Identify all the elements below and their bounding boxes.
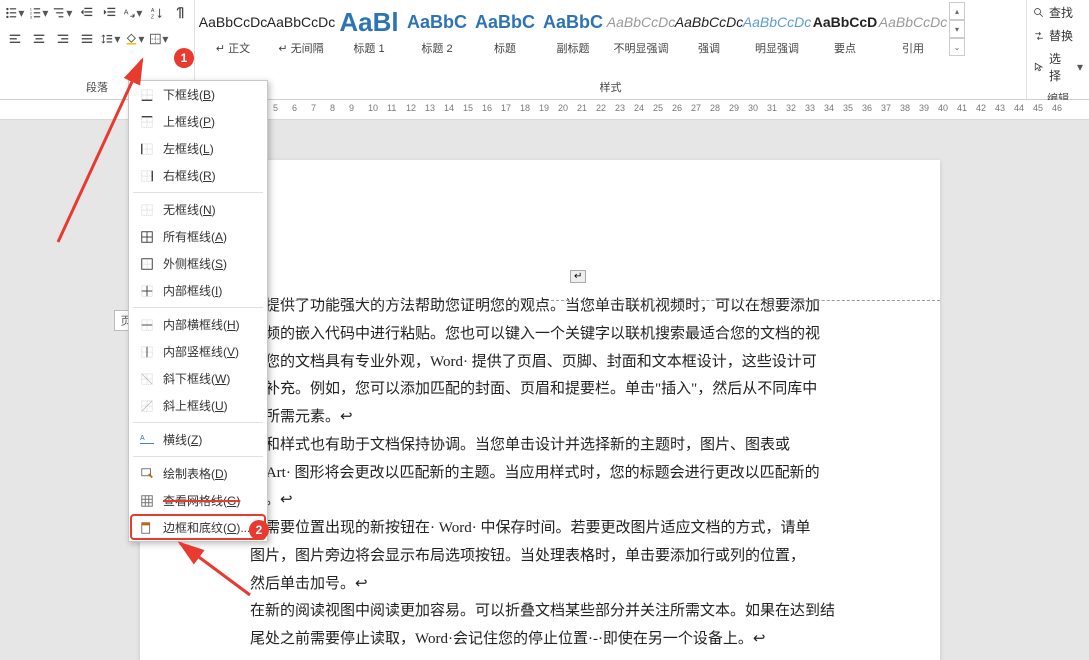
style-1[interactable]: AaBl标题 1	[335, 2, 403, 60]
decrease-indent-button[interactable]	[76, 2, 97, 24]
all-icon	[139, 229, 155, 245]
svg-text:3: 3	[30, 15, 33, 20]
dialog-icon	[139, 520, 155, 536]
borders-button[interactable]: ▾	[148, 28, 170, 50]
iv-icon	[139, 344, 155, 360]
style-[interactable]: AaBbCcDc明显强调	[743, 2, 811, 60]
menu-item-all[interactable]: 所有框线(A)	[129, 223, 267, 250]
menu-item-label: 所有框线(A)	[163, 228, 257, 245]
multilevel-list-button[interactable]: ▾	[52, 2, 74, 24]
menu-item-label: 内部框线(I)	[163, 282, 257, 299]
replace-label: 替换	[1049, 27, 1073, 44]
style-[interactable]: AaBbCcDc↵ 无间隔	[267, 2, 335, 60]
menu-item-label: 内部横框线(H)	[163, 316, 257, 333]
menu-item-label: 绘制表格(D)	[163, 465, 257, 482]
menu-item-label: 外侧框线(S)	[163, 255, 257, 272]
text-direction-button[interactable]: A▾	[122, 2, 144, 24]
menu-item-label: 斜上框线(U)	[163, 397, 257, 414]
diag2-icon	[139, 398, 155, 414]
menu-item-label: 右框线(R)	[163, 167, 257, 184]
svg-text:A: A	[150, 8, 154, 14]
top-icon	[139, 114, 155, 130]
find-label: 查找	[1049, 4, 1073, 21]
ih-icon	[139, 317, 155, 333]
none-icon	[139, 202, 155, 218]
bottom-icon	[139, 87, 155, 103]
replace-button[interactable]: 替换	[1033, 25, 1083, 46]
align-right-button[interactable]	[52, 28, 74, 50]
show-marks-button[interactable]	[169, 2, 190, 24]
svg-text:A: A	[140, 435, 145, 442]
menu-item-none[interactable]: 无框线(N)	[129, 196, 267, 223]
menu-item-diag1: 斜下框线(W)	[129, 365, 267, 392]
menu-item-label: 边框和底纹(O)...	[163, 519, 257, 536]
right-icon	[139, 168, 155, 184]
style-scroll-btn[interactable]: ⌄	[949, 38, 965, 56]
sort-button[interactable]: AZ	[146, 2, 167, 24]
menu-item-dialog[interactable]: 边框和底纹(O)...	[129, 514, 267, 541]
menu-item-bottom[interactable]: 下框线(B)	[129, 81, 267, 108]
menu-item-diag2: 斜上框线(U)	[129, 392, 267, 419]
menu-item-inside[interactable]: 内部框线(I)	[129, 277, 267, 304]
align-left-button[interactable]	[4, 28, 26, 50]
hr-icon: A	[139, 432, 155, 448]
left-icon	[139, 141, 155, 157]
align-justify-button[interactable]	[76, 28, 98, 50]
style-scroll-btn[interactable]: ▴	[949, 2, 965, 20]
menu-item-label: 上框线(P)	[163, 113, 257, 130]
menu-item-label: 查看网格线(G)	[163, 492, 257, 509]
diag1-icon	[139, 371, 155, 387]
menu-item-label: 斜下框线(W)	[163, 370, 257, 387]
menu-item-label: 下框线(B)	[163, 86, 257, 103]
svg-text:A: A	[124, 9, 129, 17]
menu-item-iv[interactable]: 内部竖框线(V)	[129, 338, 267, 365]
annotation-circle-2: 2	[249, 520, 269, 540]
menu-item-label: 左框线(L)	[163, 140, 257, 157]
style-[interactable]: AaBbCcDc↵ 正文	[199, 2, 267, 60]
menu-item-grid[interactable]: 查看网格线(G)	[129, 487, 267, 514]
menu-item-hr[interactable]: A 横线(Z)	[129, 426, 267, 453]
line-spacing-button[interactable]: ▾	[100, 28, 122, 50]
style-scroll-btn[interactable]: ▾	[949, 20, 965, 38]
menu-item-label: 横线(Z)	[163, 431, 257, 448]
outside-icon	[139, 256, 155, 272]
find-button[interactable]: 查找	[1033, 2, 1083, 23]
style-[interactable]: AaBbCcD要点	[811, 2, 879, 60]
menu-item-draw[interactable]: 绘制表格(D)	[129, 460, 267, 487]
style-[interactable]: AaBbCcDc不明显强调	[607, 2, 675, 60]
numbering-button[interactable]: 123▾	[28, 2, 50, 24]
annotation-circle-1: 1	[174, 48, 194, 68]
menu-item-ih[interactable]: 内部横框线(H)	[129, 311, 267, 338]
shading-button[interactable]: ▾	[124, 28, 146, 50]
style-[interactable]: AaBbC标题	[471, 2, 539, 60]
menu-item-left[interactable]: 左框线(L)	[129, 135, 267, 162]
menu-item-right[interactable]: 右框线(R)	[129, 162, 267, 189]
document-text[interactable]: 频提供了功能强大的方法帮助您证明您的观点。当您单击联机视频时，可以在想要添加视频…	[250, 293, 918, 660]
menu-item-label: 内部竖框线(V)	[163, 343, 257, 360]
inside-icon	[139, 283, 155, 299]
menu-item-outside[interactable]: 外侧框线(S)	[129, 250, 267, 277]
styles-group-label: 样式	[195, 77, 1026, 99]
borders-dropdown-menu: 下框线(B) 上框线(P) 左框线(L) 右框线(R) 无框线(N) 所有框线(A) 外侧框…	[128, 80, 268, 542]
style-2[interactable]: AaBbC标题 2	[403, 2, 471, 60]
align-center-button[interactable]	[28, 28, 50, 50]
select-button[interactable]: 选择 ▾	[1033, 48, 1083, 86]
menu-item-top[interactable]: 上框线(P)	[129, 108, 267, 135]
cursor-mark: ↵	[570, 270, 586, 283]
style-[interactable]: AaBbC副标题	[539, 2, 607, 60]
draw-icon	[139, 466, 155, 482]
style-[interactable]: AaBbCcDc强调	[675, 2, 743, 60]
grid-icon	[139, 493, 155, 509]
menu-item-label: 无框线(N)	[163, 201, 257, 218]
bullets-button[interactable]: ▾	[4, 2, 26, 24]
svg-text:Z: Z	[150, 14, 154, 20]
style-[interactable]: AaBbCcDc引用	[879, 2, 947, 60]
increase-indent-button[interactable]	[99, 2, 120, 24]
select-label: 选择	[1049, 50, 1073, 84]
